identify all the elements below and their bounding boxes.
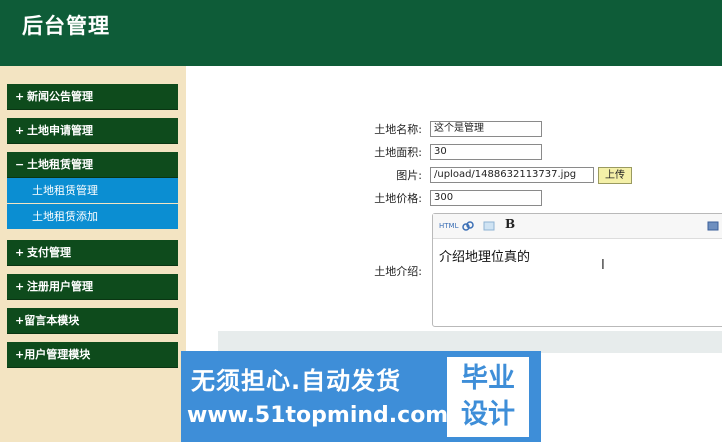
land-price-label: 土地价格: [374, 192, 422, 205]
expand-icon: + [15, 124, 25, 137]
expand-icon: + [15, 246, 25, 259]
page-title: 后台管理 [22, 14, 110, 38]
land-area-label: 土地面积: [374, 146, 422, 159]
image-label: 图片: [396, 169, 422, 182]
sidebar-item-user-admin[interactable]: +用户管理模块 [7, 342, 178, 368]
sidebar-item-registered-users[interactable]: + 注册用户管理 [7, 274, 178, 300]
sidebar: + 新闻公告管理 + 土地申请管理 − 土地租赁管理 土地租赁管理 土地租赁添加 + 支… [0, 66, 186, 442]
expand-icon: + [15, 280, 25, 293]
html-icon[interactable]: HTML [439, 220, 458, 232]
watermark-badge-line1: 毕业 [461, 363, 515, 394]
sidebar-item-label: 用户管理模块 [24, 348, 91, 361]
upload-button[interactable]: 上传 [598, 167, 632, 184]
submenu-item-lease-manage[interactable]: 土地租赁管理 [7, 178, 178, 203]
expand-icon: + [15, 314, 25, 327]
land-price-field[interactable]: 300 [430, 190, 542, 206]
link-icon[interactable] [462, 220, 474, 232]
image-icon[interactable] [483, 220, 495, 232]
rich-text-editor[interactable]: HTML B 介绍地理位真的 [432, 213, 722, 327]
land-intro-label: 土地介绍: [374, 265, 422, 278]
watermark-slogan: 无须担心.自动发货 [191, 367, 402, 395]
fullscreen-icon[interactable] [707, 220, 719, 232]
sidebar-item-label: 注册用户管理 [27, 280, 93, 293]
watermark-badge: 毕业 设计 [447, 357, 529, 437]
form-footer-bar [218, 331, 722, 353]
land-name-label: 土地名称: [374, 123, 422, 136]
text-cursor-icon: I [601, 258, 605, 273]
image-path-field[interactable]: /upload/1488632113737.jpg [430, 167, 594, 183]
editor-toolbar: HTML B [433, 214, 722, 239]
sidebar-item-payment[interactable]: + 支付管理 [7, 240, 178, 266]
land-name-field[interactable]: 这个是管理 [430, 121, 542, 137]
header: 后台管理 [0, 0, 722, 66]
expand-icon: + [15, 348, 25, 361]
watermark-banner: 无须担心.自动发货 www.51topmind.com 毕业 设计 [181, 351, 541, 442]
sidebar-item-label: 新闻公告管理 [27, 90, 93, 103]
sidebar-item-land-lease[interactable]: − 土地租赁管理 [7, 152, 178, 178]
collapse-icon: − [15, 158, 25, 171]
sidebar-item-guestbook[interactable]: +留言本模块 [7, 308, 178, 334]
sidebar-item-label: 支付管理 [27, 246, 71, 259]
expand-icon: + [15, 90, 25, 103]
sidebar-item-label: 土地租赁管理 [27, 158, 93, 171]
watermark-badge-line2: 设计 [461, 399, 515, 430]
sidebar-item-label: 留言本模块 [24, 314, 80, 327]
sidebar-item-label: 土地申请管理 [27, 124, 93, 137]
bold-icon[interactable]: B [505, 218, 515, 230]
sidebar-item-news[interactable]: + 新闻公告管理 [7, 84, 178, 110]
watermark-url: www.51topmind.com [187, 403, 449, 428]
sidebar-item-land-application[interactable]: + 土地申请管理 [7, 118, 178, 144]
editor-content[interactable]: 介绍地理位真的 [439, 246, 530, 265]
land-area-field[interactable]: 30 [430, 144, 542, 160]
submenu-item-lease-add[interactable]: 土地租赁添加 [7, 204, 178, 229]
